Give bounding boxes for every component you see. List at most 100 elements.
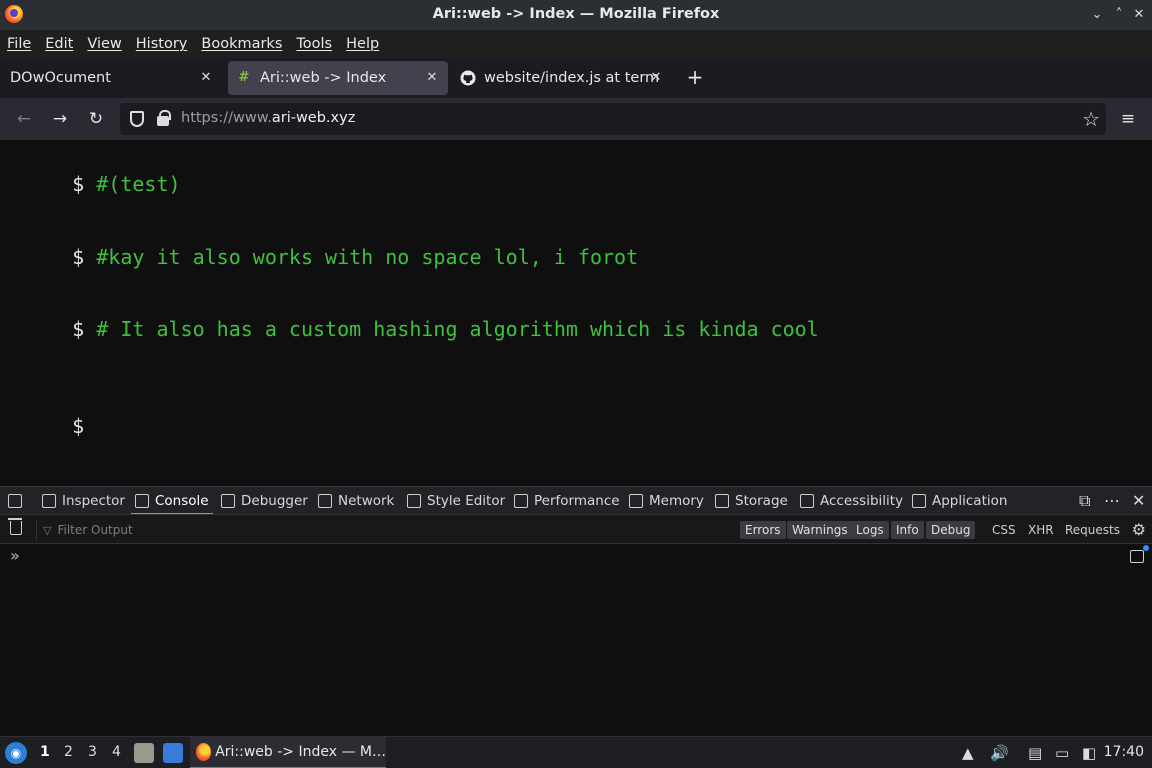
new-tab-button[interactable]: + [684,66,706,88]
close-tab-icon[interactable]: ✕ [424,70,440,86]
tab-label: Ari::web -> Index [260,70,387,86]
tab-performance[interactable]: Performance [514,487,620,515]
console-icon [135,494,149,508]
terminal-line: $ #kay it also works with no space lol, … [24,221,638,293]
taskbar-firefox-window[interactable]: Ari::web -> Index — M… [190,737,386,768]
terminal-prompt: $ [72,414,85,438]
tracking-protection-shield-icon[interactable] [130,111,144,127]
url-text[interactable]: https://www.ari-web.xyz [181,110,355,126]
network-status-icon[interactable]: ▭ [1055,744,1069,762]
console-output[interactable]: » [0,544,1152,736]
back-button[interactable]: ← [13,108,35,130]
tab-storage[interactable]: Storage [715,487,788,515]
lock-icon[interactable] [157,110,171,126]
terminal-line: $ # It also has a custom hashing algorit… [24,293,819,365]
storage-icon [715,494,729,508]
tab-style-editor[interactable]: Style Editor [407,487,505,515]
filter-logs-button[interactable]: Logs [851,521,889,539]
filter-xhr-button[interactable]: XHR [1028,521,1054,539]
dock-options-icon[interactable]: ⧉ [1079,491,1090,511]
debugger-icon [221,494,235,508]
terminal-line: $ #(test) [24,148,181,220]
tab-bar: DOwOcument ✕ # Ari::web -> Index ✕ websi… [0,58,1152,98]
accessibility-icon [800,494,814,508]
notification-icon[interactable]: ◧ [1082,744,1096,762]
filter-errors-button[interactable]: Errors [740,521,786,539]
close-tab-icon[interactable]: ✕ [648,70,664,86]
filter-css-button[interactable]: CSS [992,521,1016,539]
maximize-button[interactable]: ˄ [1110,6,1128,24]
console-settings-gear-icon[interactable]: ⚙ [1132,520,1146,539]
tab-application[interactable]: Application [912,487,1007,515]
workspace-2[interactable]: 2 [64,744,73,760]
tab-console[interactable]: Console [131,487,213,515]
close-window-button[interactable]: ✕ [1130,6,1148,24]
tab-network[interactable]: Network [318,487,394,515]
window-title: Ari::web -> Index — Mozilla Firefox [432,6,720,22]
firefox-icon [196,743,212,761]
application-icon [912,494,926,508]
workspace-3[interactable]: 3 [88,744,97,760]
minimize-button[interactable]: ⌄ [1088,6,1106,24]
devtools-toolbar: Inspector Console Debugger Network Style… [0,486,1152,515]
menu-file[interactable]: File [7,36,31,52]
terminal-command: #kay it also works with no space lol, i … [96,245,639,269]
tab-label: DOwOcument [10,70,111,86]
tab-ari-web-index[interactable]: # Ari::web -> Index ✕ [228,61,448,95]
bookmark-star-icon[interactable]: ☆ [1082,107,1100,131]
menu-bookmarks[interactable]: Bookmarks [201,36,282,52]
filter-debug-button[interactable]: Debug [926,521,976,539]
console-input-chevron-icon: » [10,546,20,565]
terminal-prompt: $ [72,245,85,269]
close-devtools-icon[interactable]: ✕ [1132,491,1145,510]
address-bar[interactable]: https://www.ari-web.xyz ☆ [120,103,1106,135]
toggle-sidebar-icon[interactable] [1130,545,1149,563]
tab-inspector[interactable]: Inspector [42,487,125,515]
filter-warnings-button[interactable]: Warnings [787,521,853,539]
forward-button[interactable]: → [49,108,71,130]
filter-icon: ▽ [43,523,52,537]
performance-icon [514,494,528,508]
tab-accessibility[interactable]: Accessibility [800,487,903,515]
volume-icon[interactable]: 🔊 [990,744,1009,762]
filter-output-input[interactable]: ▽ Filter Output [36,520,326,540]
menu-tools[interactable]: Tools [296,36,332,52]
element-picker-icon[interactable] [8,487,22,515]
tab-dowocument[interactable]: DOwOcument ✕ [2,61,222,95]
menu-edit[interactable]: Edit [45,36,73,52]
github-icon [460,70,476,86]
inspector-icon [42,494,56,508]
clock: 17:40 [1103,744,1144,760]
filter-requests-button[interactable]: Requests [1065,521,1120,539]
filter-info-button[interactable]: Info [891,521,924,539]
terminal-input-line[interactable]: $ [24,390,96,462]
taskbar: ◉ 1 2 3 4 Ari::web -> Index — M… ▲ 🔊 ▤ ▭… [0,736,1152,768]
tray-up-arrow-icon[interactable]: ▲ [962,744,974,762]
terminal-prompt: $ [72,172,85,196]
workspace-1[interactable]: 1 [40,744,50,760]
more-options-icon[interactable]: ⋯ [1104,491,1120,510]
page-content: $ #(test) $ #kay it also works with no s… [0,140,1152,486]
task-label: Ari::web -> Index — M… [215,744,386,760]
menu-help[interactable]: Help [346,36,379,52]
desktop-icon[interactable] [163,743,183,763]
file-manager-icon[interactable] [134,743,154,763]
style-editor-icon [407,494,421,508]
terminal-command: #(test) [96,172,181,196]
tab-debugger[interactable]: Debugger [221,487,308,515]
menu-history[interactable]: History [136,36,188,52]
start-menu-icon[interactable]: ◉ [5,742,27,764]
menu-bar: File Edit View History Bookmarks Tools H… [0,30,1152,58]
close-tab-icon[interactable]: ✕ [198,70,214,86]
menu-view[interactable]: View [87,36,121,52]
tab-memory[interactable]: Memory [629,487,704,515]
reload-button[interactable]: ↻ [85,108,107,130]
console-filter-bar: ▽ Filter Output Errors Warnings Logs Inf… [0,514,1152,544]
workspace-4[interactable]: 4 [112,744,121,760]
navigation-bar: ← → ↻ https://www.ari-web.xyz ☆ ≡ [0,98,1152,140]
network-icon [318,494,332,508]
clipboard-icon[interactable]: ▤ [1028,744,1042,762]
clear-console-trash-icon[interactable] [8,518,22,535]
tab-github-index-js[interactable]: website/index.js at termi ✕ [452,61,672,95]
hamburger-menu-icon[interactable]: ≡ [1117,108,1139,130]
